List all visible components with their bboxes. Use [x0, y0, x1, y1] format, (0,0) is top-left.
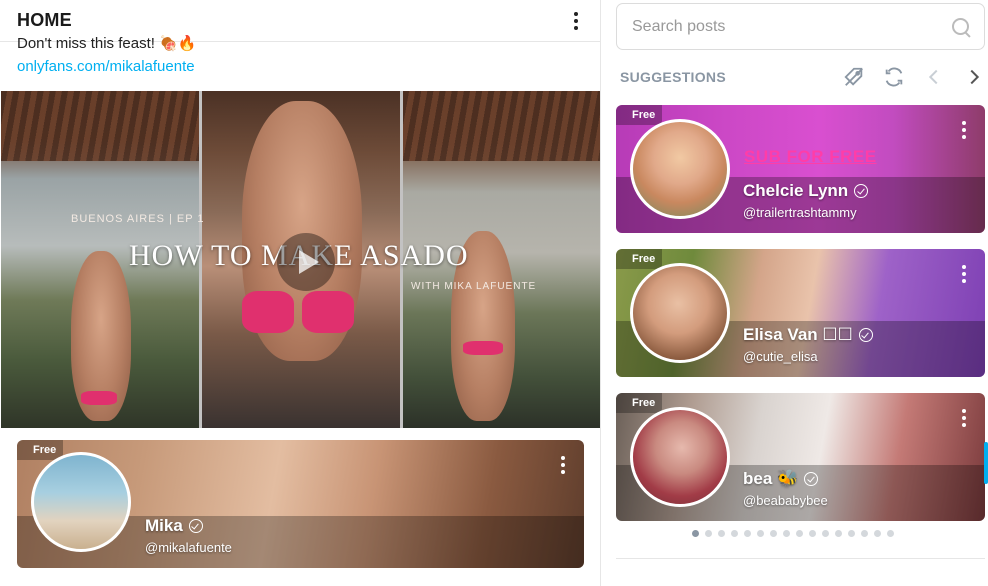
pagination-dots: [692, 530, 894, 537]
pagination-dot[interactable]: [809, 530, 816, 537]
pagination-dot[interactable]: [718, 530, 725, 537]
search-input[interactable]: [617, 4, 950, 49]
profile-name: bea 🐝: [743, 469, 819, 489]
profile-name: Chelcie Lynn: [743, 181, 869, 201]
profile-card-mika[interactable]: Free Mika @mikalafuente: [17, 440, 584, 568]
profile-handle: @mikalafuente: [145, 540, 232, 555]
free-badge: Free: [616, 393, 663, 413]
profile-handle: @cutie_elisa: [743, 349, 818, 364]
chevron-left-icon[interactable]: [923, 66, 945, 88]
pagination-dot[interactable]: [861, 530, 868, 537]
pagination-dot[interactable]: [757, 530, 764, 537]
pagination-dot[interactable]: [705, 530, 712, 537]
media-subtitle: BUENOS AIRES | EP 1: [71, 213, 205, 225]
avatar[interactable]: [630, 119, 730, 219]
media-subtitle: WITH MIKA LAFUENTE: [411, 281, 537, 292]
more-options-icon[interactable]: [566, 11, 586, 31]
search-box: [616, 3, 985, 50]
pagination-dot[interactable]: [835, 530, 842, 537]
post-text: Don't miss this feast! 🍖🔥: [17, 35, 197, 52]
suggestion-card[interactable]: Free Elisa Van ☐☐ @cutie_elisa: [616, 249, 985, 377]
refresh-icon[interactable]: [883, 66, 905, 88]
free-badge: Free: [616, 249, 663, 269]
profile-name: Mika: [145, 516, 203, 536]
card-more-icon[interactable]: [957, 121, 971, 139]
card-banner-text: SUB FOR FREE: [744, 147, 877, 166]
pagination-dot[interactable]: [783, 530, 790, 537]
free-badge: Free: [616, 105, 663, 125]
verified-icon: [188, 519, 203, 533]
pagination-dot[interactable]: [887, 530, 894, 537]
scrollbar[interactable]: [984, 442, 988, 484]
sidebar: SUGGESTIONS SUB FOR FREE Free Chelcie Ly…: [601, 0, 988, 586]
avatar[interactable]: [630, 263, 730, 363]
profile-handle: @trailertrashtammy: [743, 205, 857, 220]
chevron-right-icon[interactable]: [963, 66, 985, 88]
card-more-icon[interactable]: [957, 265, 971, 283]
search-icon[interactable]: [950, 16, 972, 38]
pagination-dot[interactable]: [796, 530, 803, 537]
pagination-dot[interactable]: [874, 530, 881, 537]
pagination-dot[interactable]: [822, 530, 829, 537]
verified-icon: [854, 184, 869, 198]
feed-column: HOME Don't miss this feast! 🍖🔥 onlyfans.…: [0, 0, 601, 586]
pagination-dot[interactable]: [692, 530, 699, 537]
free-only-filter-icon[interactable]: [843, 66, 865, 88]
pagination-dot[interactable]: [731, 530, 738, 537]
verified-icon: [804, 472, 819, 486]
page-title: HOME: [17, 10, 72, 30]
suggestions-header: SUGGESTIONS: [620, 66, 985, 88]
card-more-icon[interactable]: [957, 409, 971, 427]
play-icon[interactable]: [277, 233, 335, 291]
pagination-dot[interactable]: [848, 530, 855, 537]
post-video-thumbnail[interactable]: BUENOS AIRES | EP 1 HOW TO MAKE ASADO WI…: [1, 91, 600, 428]
avatar[interactable]: [31, 452, 131, 552]
verified-icon: [858, 328, 873, 342]
suggestion-card[interactable]: SUB FOR FREE Free Chelcie Lynn @trailert…: [616, 105, 985, 233]
suggestion-card[interactable]: Free bea 🐝 @beababybee: [616, 393, 985, 521]
pagination-dot[interactable]: [744, 530, 751, 537]
profile-name: Elisa Van ☐☐: [743, 325, 873, 345]
card-more-icon[interactable]: [556, 456, 570, 474]
post-link[interactable]: onlyfans.com/mikalafuente: [17, 58, 195, 75]
pagination-dot[interactable]: [770, 530, 777, 537]
suggestions-title: SUGGESTIONS: [620, 69, 726, 85]
profile-handle: @beababybee: [743, 493, 828, 508]
divider: [616, 558, 985, 559]
avatar[interactable]: [630, 407, 730, 507]
